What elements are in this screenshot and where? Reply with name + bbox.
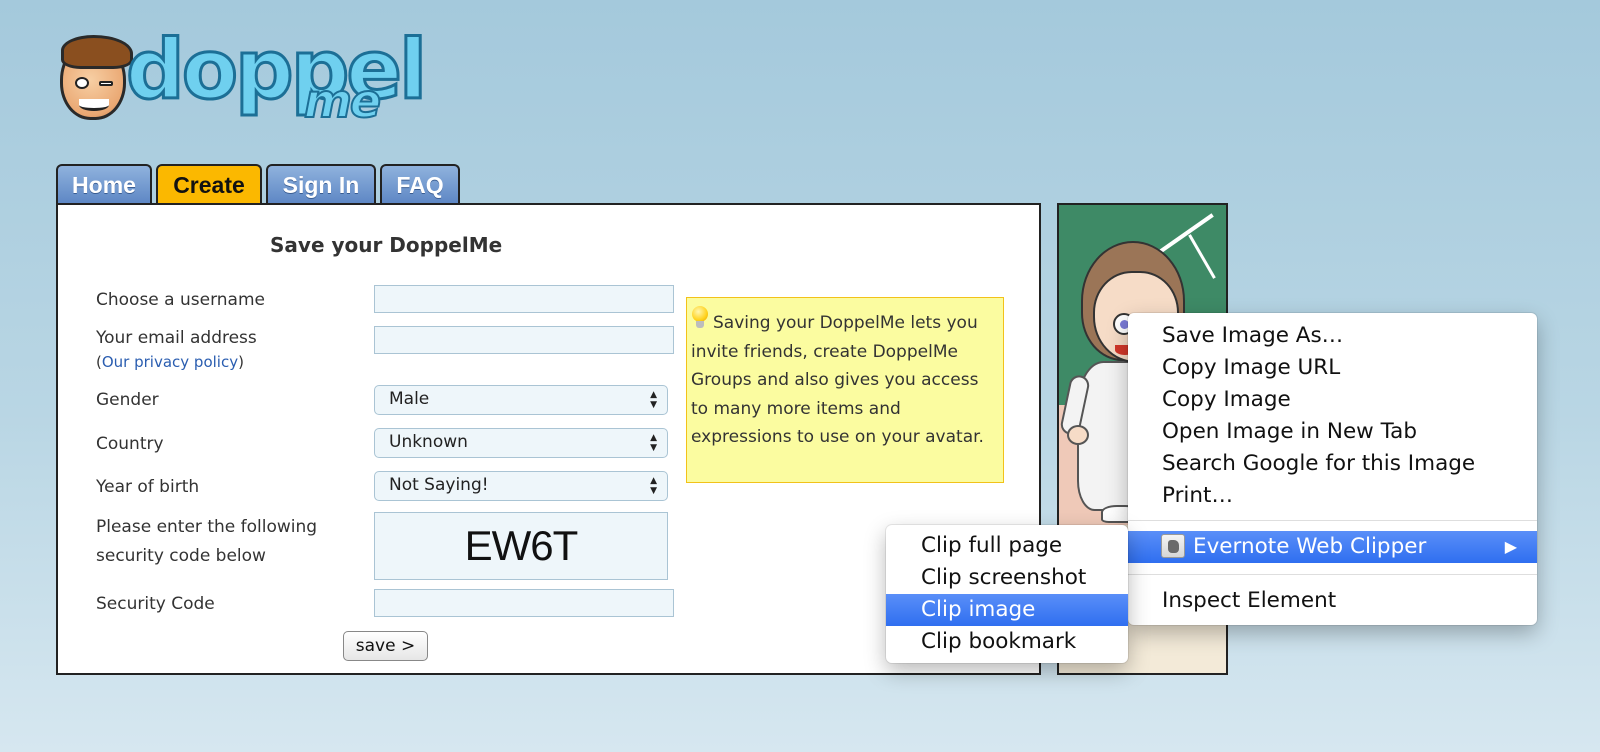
year-of-birth-label: Year of birth (96, 477, 200, 497)
info-note: Saving your DoppelMe lets you invite fri… (686, 297, 1004, 483)
select-arrows-icon: ▲ ▼ (650, 390, 657, 410)
captcha-label-line2: security code below (96, 546, 266, 566)
select-arrows-icon: ▲ ▼ (650, 433, 657, 453)
menu-save-image-as[interactable]: Save Image As… (1128, 320, 1537, 352)
logo-face-icon (60, 35, 133, 120)
submenu-clip-screenshot[interactable]: Clip screenshot (886, 562, 1128, 594)
gender-select[interactable]: Male ▲ ▼ (374, 385, 668, 415)
image-context-menu: Save Image As… Copy Image URL Copy Image… (1128, 313, 1537, 625)
menu-search-google-image[interactable]: Search Google for this Image (1128, 448, 1537, 480)
select-arrows-icon: ▲ ▼ (650, 476, 657, 496)
year-of-birth-select[interactable]: Not Saying! ▲ ▼ (374, 471, 668, 501)
tab-home[interactable]: Home (56, 164, 152, 204)
country-select[interactable]: Unknown ▲ ▼ (374, 428, 668, 458)
country-label: Country (96, 434, 164, 454)
page-title: Save your DoppelMe (270, 233, 503, 257)
evernote-submenu: Clip full page Clip screenshot Clip imag… (886, 525, 1128, 663)
captcha-image: EW6T (374, 512, 668, 580)
security-code-label: Security Code (96, 594, 215, 614)
captcha-label-line1: Please enter the following (96, 517, 318, 537)
evernote-icon (1161, 534, 1185, 558)
tab-faq[interactable]: FAQ (380, 164, 460, 204)
doppelme-logo[interactable]: doppel me (56, 28, 429, 135)
menu-inspect-element[interactable]: Inspect Element (1128, 585, 1537, 617)
menu-copy-image-url[interactable]: Copy Image URL (1128, 352, 1537, 384)
privacy-policy-link[interactable]: Our privacy policy (102, 353, 238, 371)
save-button[interactable]: save > (343, 631, 428, 661)
tab-sign-in[interactable]: Sign In (266, 164, 376, 204)
security-code-input[interactable] (374, 589, 674, 617)
submenu-clip-bookmark[interactable]: Clip bookmark (886, 626, 1128, 658)
submenu-clip-image[interactable]: Clip image (886, 594, 1128, 626)
menu-open-image-new-tab[interactable]: Open Image in New Tab (1128, 416, 1537, 448)
nav-tabs: Home Create Sign In FAQ (56, 164, 460, 204)
menu-copy-image[interactable]: Copy Image (1128, 384, 1537, 416)
logo-text: doppel (124, 23, 428, 118)
menu-print[interactable]: Print… (1128, 480, 1537, 512)
privacy-note: (Our privacy policy) (96, 353, 244, 371)
username-label: Choose a username (96, 290, 265, 310)
submenu-clip-full-page[interactable]: Clip full page (886, 530, 1128, 562)
logo-subtext: me (303, 74, 382, 128)
lightbulb-icon (691, 306, 709, 330)
tab-create[interactable]: Create (156, 164, 262, 204)
gender-label: Gender (96, 390, 159, 410)
submenu-arrow-icon: ▶ (1504, 537, 1517, 556)
username-input[interactable] (374, 285, 674, 313)
menu-separator (1128, 520, 1537, 521)
email-input[interactable] (374, 326, 674, 354)
menu-evernote-web-clipper[interactable]: Evernote Web Clipper ▶ (1128, 531, 1537, 563)
menu-separator (1128, 574, 1537, 575)
